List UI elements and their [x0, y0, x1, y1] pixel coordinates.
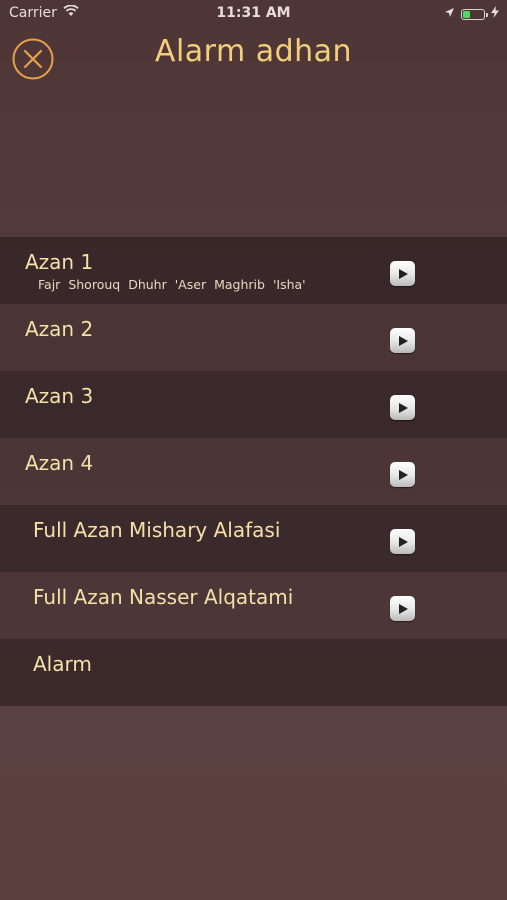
status-bar: Carrier 11:31 AM — [0, 0, 507, 28]
play-button[interactable] — [390, 328, 415, 353]
play-icon — [398, 335, 408, 346]
list-item[interactable]: Full Azan Nasser Alqatami — [0, 572, 507, 639]
list-item-label: Azan 4 — [25, 451, 94, 475]
list-item[interactable]: Full Azan Mishary Alafasi — [0, 505, 507, 572]
list-item-label: Azan 3 — [25, 384, 94, 408]
prayer-names: Fajr Shorouq Dhuhr 'Aser Maghrib 'Isha' — [38, 277, 314, 292]
list-item-label: Full Azan Mishary Alafasi — [33, 518, 281, 542]
list-item[interactable]: Azan 3 — [0, 371, 507, 438]
list-item-label: Full Azan Nasser Alqatami — [33, 585, 294, 609]
list-item-label: Azan 2 — [25, 317, 94, 341]
location-arrow-icon — [444, 6, 455, 22]
status-right — [444, 6, 499, 22]
list-item[interactable]: Alarm — [0, 639, 507, 706]
page-title: Alarm adhan — [154, 34, 353, 69]
battery-level — [463, 10, 470, 18]
prayer-name: Fajr — [38, 277, 61, 292]
prayer-name: 'Aser — [174, 277, 207, 292]
play-button[interactable] — [390, 596, 415, 621]
battery-icon — [461, 8, 488, 20]
play-icon — [398, 268, 408, 279]
prayer-name: Shorouq — [68, 277, 121, 292]
status-time: 11:31 AM — [216, 5, 291, 21]
list-item[interactable]: Azan 2 — [0, 304, 507, 371]
play-icon — [398, 536, 408, 547]
prayer-name: Maghrib — [214, 277, 265, 292]
prayer-name: 'Isha' — [272, 277, 306, 292]
play-button[interactable] — [390, 462, 415, 487]
list-item-label: Alarm — [33, 652, 92, 676]
list-item[interactable]: Azan 1 Fajr Shorouq Dhuhr 'Aser Maghrib 'Isha' — [0, 237, 507, 304]
list-item[interactable]: Azan 4 — [0, 438, 507, 505]
play-icon — [398, 402, 408, 413]
play-icon — [398, 603, 408, 614]
prayer-name: Dhuhr — [128, 277, 167, 292]
list-item-label: Azan 1 — [25, 250, 94, 274]
play-button[interactable] — [390, 395, 415, 420]
charging-bolt-icon — [491, 6, 499, 22]
play-icon — [398, 469, 408, 480]
play-button[interactable] — [390, 261, 415, 286]
azan-list: Azan 1 Fajr Shorouq Dhuhr 'Aser Maghrib 'Isha'… — [0, 237, 507, 706]
play-button[interactable] — [390, 529, 415, 554]
